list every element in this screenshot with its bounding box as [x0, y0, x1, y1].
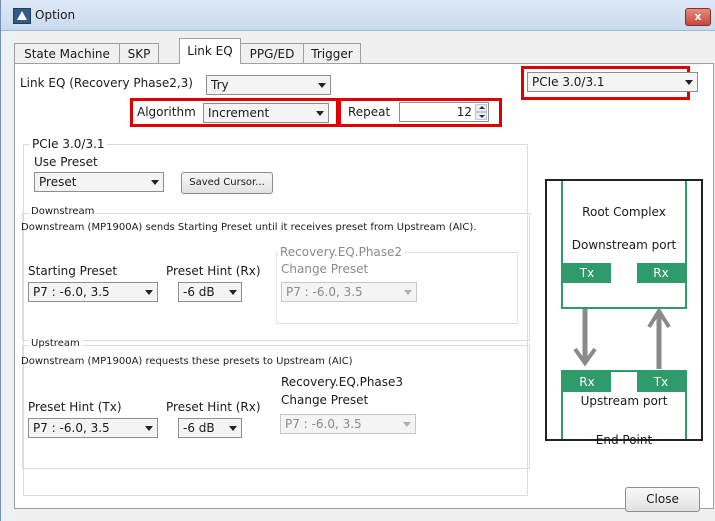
- chevron-down-icon: [685, 80, 693, 85]
- spin-up-icon[interactable]: [475, 104, 487, 112]
- upstream-tx-port: Tx: [637, 372, 685, 392]
- use-preset-select[interactable]: Preset: [34, 172, 164, 192]
- dialog-client-area: State Machine SKP Link EQ PPG/ED Trigger…: [11, 31, 715, 521]
- preset-hint-tx-label: Preset Hint (Tx): [28, 400, 122, 414]
- repeat-spinner[interactable]: 12: [399, 102, 489, 122]
- option-window: Option x State Machine SKP Link EQ PPG/E…: [0, 0, 715, 521]
- title-bar: Option x: [1, 0, 715, 31]
- preset-hint-rx-value: -6 dB: [183, 285, 215, 299]
- starting-preset-label: Starting Preset: [28, 264, 118, 278]
- chevron-down-icon: [318, 83, 326, 88]
- saved-cursor-button[interactable]: Saved Cursor...: [181, 172, 273, 194]
- upstream-port-label: Upstream port: [580, 394, 668, 408]
- upstream-preset-hint-rx-label: Preset Hint (Rx): [166, 400, 261, 414]
- link-eq-panel: Link EQ (Recovery Phase2,3) Try Algorith…: [14, 63, 714, 509]
- tab-link-eq[interactable]: Link EQ: [179, 38, 241, 64]
- link-eq-mode-value: Try: [211, 78, 229, 92]
- chevron-down-icon: [145, 290, 153, 295]
- window-title: Option: [35, 8, 76, 22]
- repeat-value: 12: [456, 105, 472, 119]
- chevron-down-icon: [229, 290, 237, 295]
- starting-preset-select[interactable]: P7 : -6.0, 3.5: [28, 282, 158, 302]
- preset-hint-tx-select[interactable]: P7 : -6.0, 3.5: [28, 418, 158, 438]
- use-preset-label: Use Preset: [34, 155, 98, 169]
- pcie-spec-select[interactable]: PCIe 3.0/3.1: [527, 72, 698, 92]
- chevron-down-icon: [229, 426, 237, 431]
- tab-trigger[interactable]: Trigger: [303, 43, 361, 63]
- phase3-title: Recovery.EQ.Phase3: [281, 375, 404, 389]
- phase2-change-preset-value: P7 : -6.0, 3.5: [286, 285, 363, 299]
- phase3-change-preset-value: P7 : -6.0, 3.5: [285, 417, 362, 431]
- close-button[interactable]: Close: [625, 487, 700, 512]
- chevron-down-icon: [151, 180, 159, 185]
- phase2-group: Recovery.EQ.Phase2 Change Preset P7 : -6…: [276, 245, 518, 324]
- downstream-description: Downstream (MP1900A) sends Starting Pres…: [21, 222, 477, 233]
- link-eq-mode-select[interactable]: Try: [206, 75, 331, 95]
- algorithm-label: Algorithm: [137, 105, 196, 119]
- starting-preset-value: P7 : -6.0, 3.5: [33, 285, 110, 299]
- chevron-down-icon: [404, 290, 412, 295]
- tab-ppg-ed[interactable]: PPG/ED: [240, 43, 304, 63]
- algorithm-select[interactable]: Increment: [203, 103, 329, 123]
- tx-to-rx-up-arrow: [647, 307, 671, 369]
- downstream-group: Downstream Downstream (MP1900A) sends St…: [21, 206, 530, 341]
- spinner-buttons: [475, 104, 487, 120]
- downstream-group-title: Downstream: [29, 206, 97, 217]
- window-close-button[interactable]: x: [685, 8, 711, 26]
- phase2-title: Recovery.EQ.Phase2: [278, 245, 405, 259]
- link-eq-mode-label: Link EQ (Recovery Phase2,3): [20, 76, 193, 90]
- pcie-preset-group: PCIe 3.0/3.1 Use Preset Preset Saved Cur…: [21, 137, 530, 496]
- spin-down-icon[interactable]: [475, 112, 487, 120]
- upstream-group: Upstream Downstream (MP1900A) requests t…: [21, 338, 530, 469]
- use-preset-value: Preset: [39, 175, 77, 189]
- phase3-change-preset-label: Change Preset: [281, 393, 369, 407]
- phase3-change-preset-select[interactable]: P7 : -6.0, 3.5: [280, 414, 416, 434]
- preset-hint-tx-value: P7 : -6.0, 3.5: [33, 421, 110, 435]
- upstream-rx-port: Rx: [563, 372, 611, 392]
- phase2-change-preset-select[interactable]: P7 : -6.0, 3.5: [281, 282, 417, 302]
- preset-hint-rx-label: Preset Hint (Rx): [166, 264, 261, 278]
- upstream-description: Downstream (MP1900A) requests these pres…: [21, 356, 353, 367]
- end-point-box: Rx Tx Upstream port End Point: [561, 370, 687, 447]
- upstream-preset-hint-rx-value: -6 dB: [183, 421, 215, 435]
- upstream-group-title: Upstream: [29, 338, 82, 349]
- app-logo-icon: [13, 8, 31, 24]
- tab-state-machine[interactable]: State Machine: [14, 43, 120, 63]
- link-diagram: Root Complex Downstream port Tx Rx Rx Tx…: [545, 179, 703, 447]
- chevron-down-icon: [316, 111, 324, 116]
- algorithm-value: Increment: [208, 106, 270, 120]
- preset-hint-rx-select[interactable]: -6 dB: [178, 282, 242, 302]
- change-preset-label: Change Preset: [281, 262, 369, 276]
- chevron-down-icon: [403, 422, 411, 427]
- end-point-label: End Point: [595, 433, 653, 447]
- repeat-label: Repeat: [348, 105, 391, 119]
- pcie-spec-value: PCIe 3.0/3.1: [532, 75, 605, 89]
- tab-skp[interactable]: SKP: [119, 43, 159, 63]
- pcie-group-title: PCIe 3.0/3.1: [30, 137, 107, 151]
- upstream-preset-hint-rx-select[interactable]: -6 dB: [178, 418, 242, 438]
- chevron-down-icon: [145, 426, 153, 431]
- tx-to-rx-arrow: [573, 309, 597, 367]
